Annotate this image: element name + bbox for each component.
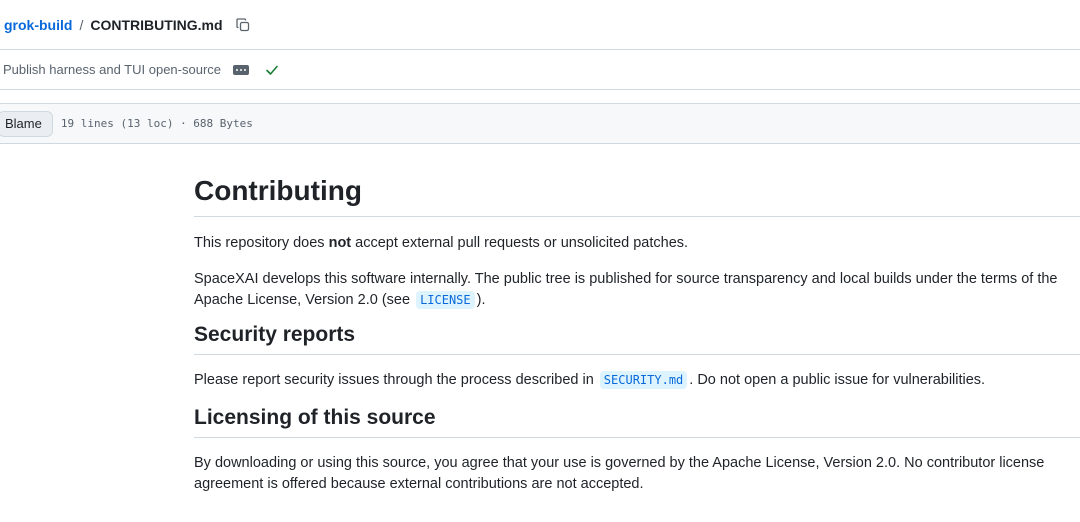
paragraph-policy: This repository does not accept external… [194, 235, 689, 251]
breadcrumb-separator: / [79, 16, 84, 33]
file-toolbar: Blame 19 lines (13 loc) · 688 Bytes [0, 103, 1080, 144]
markdown-body: Contributing This repository does not ac… [194, 144, 1080, 495]
latest-commit-bar: Publish harness and TUI open-source [0, 50, 1080, 90]
file-info: 19 lines (13 loc) · 688 Bytes [60, 117, 253, 130]
ellipsis-icon[interactable] [233, 64, 249, 75]
paragraph-licensing: By downloading or using this source, you… [194, 455, 1045, 492]
paragraph-security: Please report security issues through th… [194, 371, 986, 389]
heading-licensing: Licensing of this source [194, 405, 1080, 438]
paragraph-about: SpaceXAI develops this software internal… [194, 271, 1058, 309]
file-name: CONTRIBUTING.md [90, 16, 223, 33]
security-md-code-link[interactable]: SECURITY.md [599, 371, 688, 389]
doc-title: Contributing [194, 174, 1080, 217]
repo-link[interactable]: grok-build [4, 17, 72, 33]
license-code-link[interactable]: LICENSE [416, 291, 475, 309]
check-icon[interactable] [265, 63, 279, 77]
emphasis-not: not [328, 235, 352, 251]
commit-message[interactable]: Publish harness and TUI open-source [3, 62, 221, 77]
heading-security-reports: Security reports [194, 322, 1080, 355]
copy-icon[interactable] [235, 17, 251, 33]
breadcrumb: grok-build / CONTRIBUTING.md [0, 0, 1080, 50]
blame-button[interactable]: Blame [0, 110, 53, 137]
